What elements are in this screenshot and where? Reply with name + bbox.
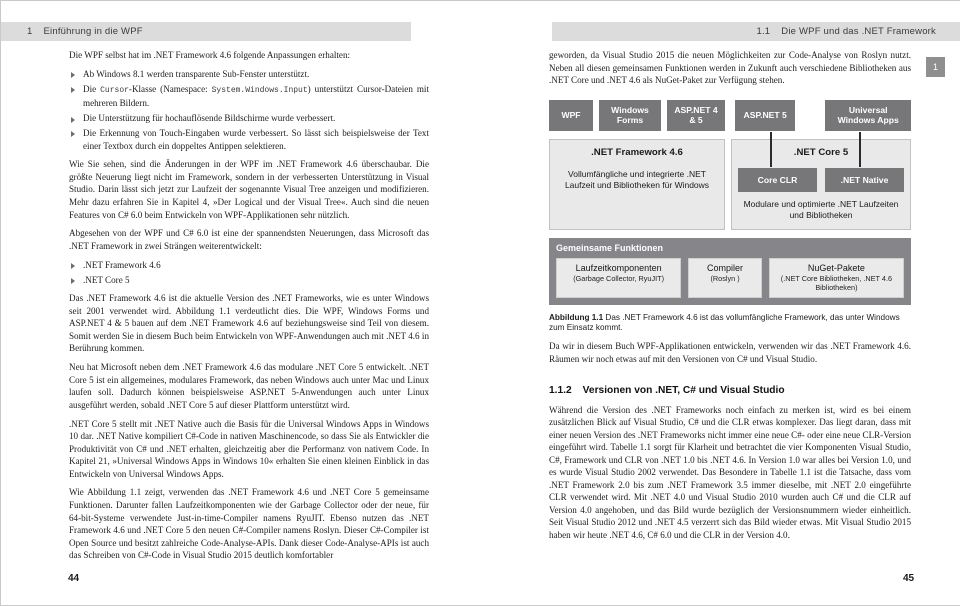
running-head-right: 1.1 Die WPF und das .NET Framework bbox=[552, 22, 960, 41]
right-section-block: 1.1.2 Versionen von .NET, C# und Visual … bbox=[549, 385, 911, 548]
figure-framework-apps: WPF Windows Forms ASP.NET 4 & 5 bbox=[549, 100, 725, 131]
figure-box-laufzeitkomponenten-sub: (Garbage Collector, RyuJIT) bbox=[573, 273, 665, 283]
right-text-column: geworden, da Visual Studio 2015 die neue… bbox=[549, 49, 911, 93]
figure-platform-row: .NET Framework 4.6 Vollumfängliche und i… bbox=[549, 131, 911, 230]
running-head-right-title: Die WPF und das .NET Framework bbox=[781, 26, 936, 37]
paragraph-uebersicht: Wie Sie sehen, sind die Änderungen in de… bbox=[69, 159, 429, 220]
cursor-part-1: Die bbox=[83, 83, 101, 94]
figure-diagram: WPF Windows Forms ASP.NET 4 & 5 ASP.NET … bbox=[549, 100, 911, 305]
paragraph-versionen: Während die Version des .NET Frameworks … bbox=[549, 404, 911, 541]
figure-box-laufzeitkomponenten: Laufzeitkomponenten (Garbage Collector, … bbox=[556, 257, 682, 298]
figure-panel-desc-framework: Vollumfängliche und integrierte .NET Lau… bbox=[564, 168, 710, 190]
intro-paragraph: Die WPF selbst hat im .NET Framework 4.6… bbox=[69, 50, 351, 60]
figure-common-title: Gemeinsame Funktionen bbox=[556, 242, 664, 253]
changes-bullet-list: Ab Windows 8.1 werden transparente Sub-F… bbox=[69, 68, 429, 152]
section-number: 1.1.2 bbox=[549, 385, 572, 396]
paragraph-framework-46: Das .NET Framework 4.6 ist die aktuelle … bbox=[69, 293, 429, 354]
figure-caption-label: Abbildung 1.1 bbox=[549, 312, 604, 322]
figure-box-nuget-pakete: NuGet-Pakete (.NET Core Bibliotheken, .N… bbox=[768, 257, 904, 298]
figure-panel-desc-core: Modulare und optimierte .NET Laufzeiten … bbox=[743, 198, 899, 220]
figure-panel-net-core: .NET Core 5 Core CLR .NET Native Modular… bbox=[731, 131, 911, 230]
figure-box-aspnet-5: ASP.NET 5 bbox=[735, 100, 796, 131]
paragraph-roslyn-continued: geworden, da Visual Studio 2015 die neue… bbox=[549, 50, 911, 86]
figure-box-nuget-title: NuGet-Pakete bbox=[807, 262, 865, 273]
list-item: Die Unterstützung für hochauflösende Bil… bbox=[69, 112, 429, 125]
running-head-left-title: Einführung in die WPF bbox=[43, 26, 143, 37]
paragraph-straenge: Abgesehen von der WPF und C# 6.0 ist ein… bbox=[69, 228, 429, 251]
straenge-bullet-list: .NET Framework 4.6 .NET Core 5 bbox=[69, 259, 429, 286]
running-head-left-number: 1 bbox=[27, 26, 33, 37]
running-head-left: 1 Einführung in die WPF bbox=[1, 22, 411, 41]
paragraph-core-5: Neu hat Microsoft neben dem .NET Framewo… bbox=[69, 362, 429, 410]
paragraph-gemeinsame-funktionen: Wie Abbildung 1.1 zeigt, verwenden das .… bbox=[69, 487, 429, 561]
figure-caption: Abbildung 1.1 Das .NET Framework 4.6 ist… bbox=[549, 313, 911, 334]
chapter-thumb-tab: 1 bbox=[926, 57, 945, 77]
connector-aspnet5-to-core-clr bbox=[770, 131, 772, 167]
figure-app-row: WPF Windows Forms ASP.NET 4 & 5 ASP.NET … bbox=[549, 100, 911, 131]
figure-box-core-clr: Core CLR bbox=[738, 167, 817, 192]
figure-box-compiler-sub: (Roslyn ) bbox=[710, 273, 740, 283]
list-item: .NET Framework 4.6 bbox=[69, 259, 429, 272]
figure-common-row: Laufzeitkomponenten (Garbage Collector, … bbox=[556, 257, 904, 298]
figure-common-functions: Gemeinsame Funktionen Laufzeitkomponente… bbox=[549, 237, 911, 305]
section-heading-1-1-2: 1.1.2 Versionen von .NET, C# und Visual … bbox=[549, 385, 911, 398]
page-number-right: 45 bbox=[903, 573, 915, 584]
figure-box-windows-forms: Windows Forms bbox=[599, 100, 661, 131]
cursor-code-1: Cursor bbox=[100, 85, 129, 95]
figure-box-compiler: Compiler (Roslyn ) bbox=[688, 257, 762, 298]
list-item: .NET Core 5 bbox=[69, 274, 429, 287]
running-head-right-number: 1.1 bbox=[756, 26, 771, 37]
figure-box-universal-windows-apps: Universal Windows Apps bbox=[825, 100, 911, 131]
paragraph-after-figure: Da wir in diesem Buch WPF-Applikationen … bbox=[549, 341, 911, 364]
left-text-column: Die WPF selbst hat im .NET Framework 4.6… bbox=[69, 49, 429, 568]
list-item-cursor: Die Cursor-Klasse (Namespace: System.Win… bbox=[69, 83, 429, 110]
figure-box-wpf: WPF bbox=[549, 100, 593, 131]
figure-core-apps: ASP.NET 5 Universal Windows Apps bbox=[731, 100, 911, 131]
figure-box-net-native: .NET Native bbox=[825, 167, 904, 192]
figure-panel-net-framework: .NET Framework 4.6 Vollumfängliche und i… bbox=[549, 138, 725, 230]
list-item: Die Erkennung von Touch-Eingaben wurde v… bbox=[69, 127, 429, 152]
figure-core-runtime-row: Core CLR .NET Native bbox=[738, 167, 904, 192]
figure-panel-title-core: .NET Core 5 bbox=[793, 146, 849, 158]
figure-box-nuget-sub: (.NET Core Bibliotheken, .NET 4.6 Biblio… bbox=[780, 273, 893, 292]
book-spread: 1 Einführung in die WPF 1.1 Die WPF und … bbox=[0, 0, 960, 606]
page-number-left: 44 bbox=[68, 573, 80, 584]
connector-uwp-to-net-native bbox=[859, 131, 861, 167]
figure-panel-title-framework: .NET Framework 4.6 bbox=[591, 146, 683, 158]
section-title: Versionen von .NET, C# und Visual Studio bbox=[582, 385, 785, 396]
cursor-code-2: System.Windows.Input bbox=[211, 85, 308, 95]
figure-1-1: WPF Windows Forms ASP.NET 4 & 5 ASP.NET … bbox=[549, 100, 911, 334]
figure-box-compiler-title: Compiler bbox=[707, 262, 744, 273]
paragraph-dotnet-native: .NET Core 5 stellt mit .NET Native auch … bbox=[69, 418, 429, 479]
list-item: Ab Windows 8.1 werden transparente Sub-F… bbox=[69, 68, 429, 81]
figure-box-aspnet-4-5: ASP.NET 4 & 5 bbox=[667, 100, 725, 131]
cursor-part-2: -Klasse (Namespace: bbox=[128, 83, 212, 94]
right-text-column-lower: Da wir in diesem Buch WPF-Applikationen … bbox=[549, 340, 911, 371]
figure-box-laufzeitkomponenten-title: Laufzeitkomponenten bbox=[575, 262, 662, 273]
